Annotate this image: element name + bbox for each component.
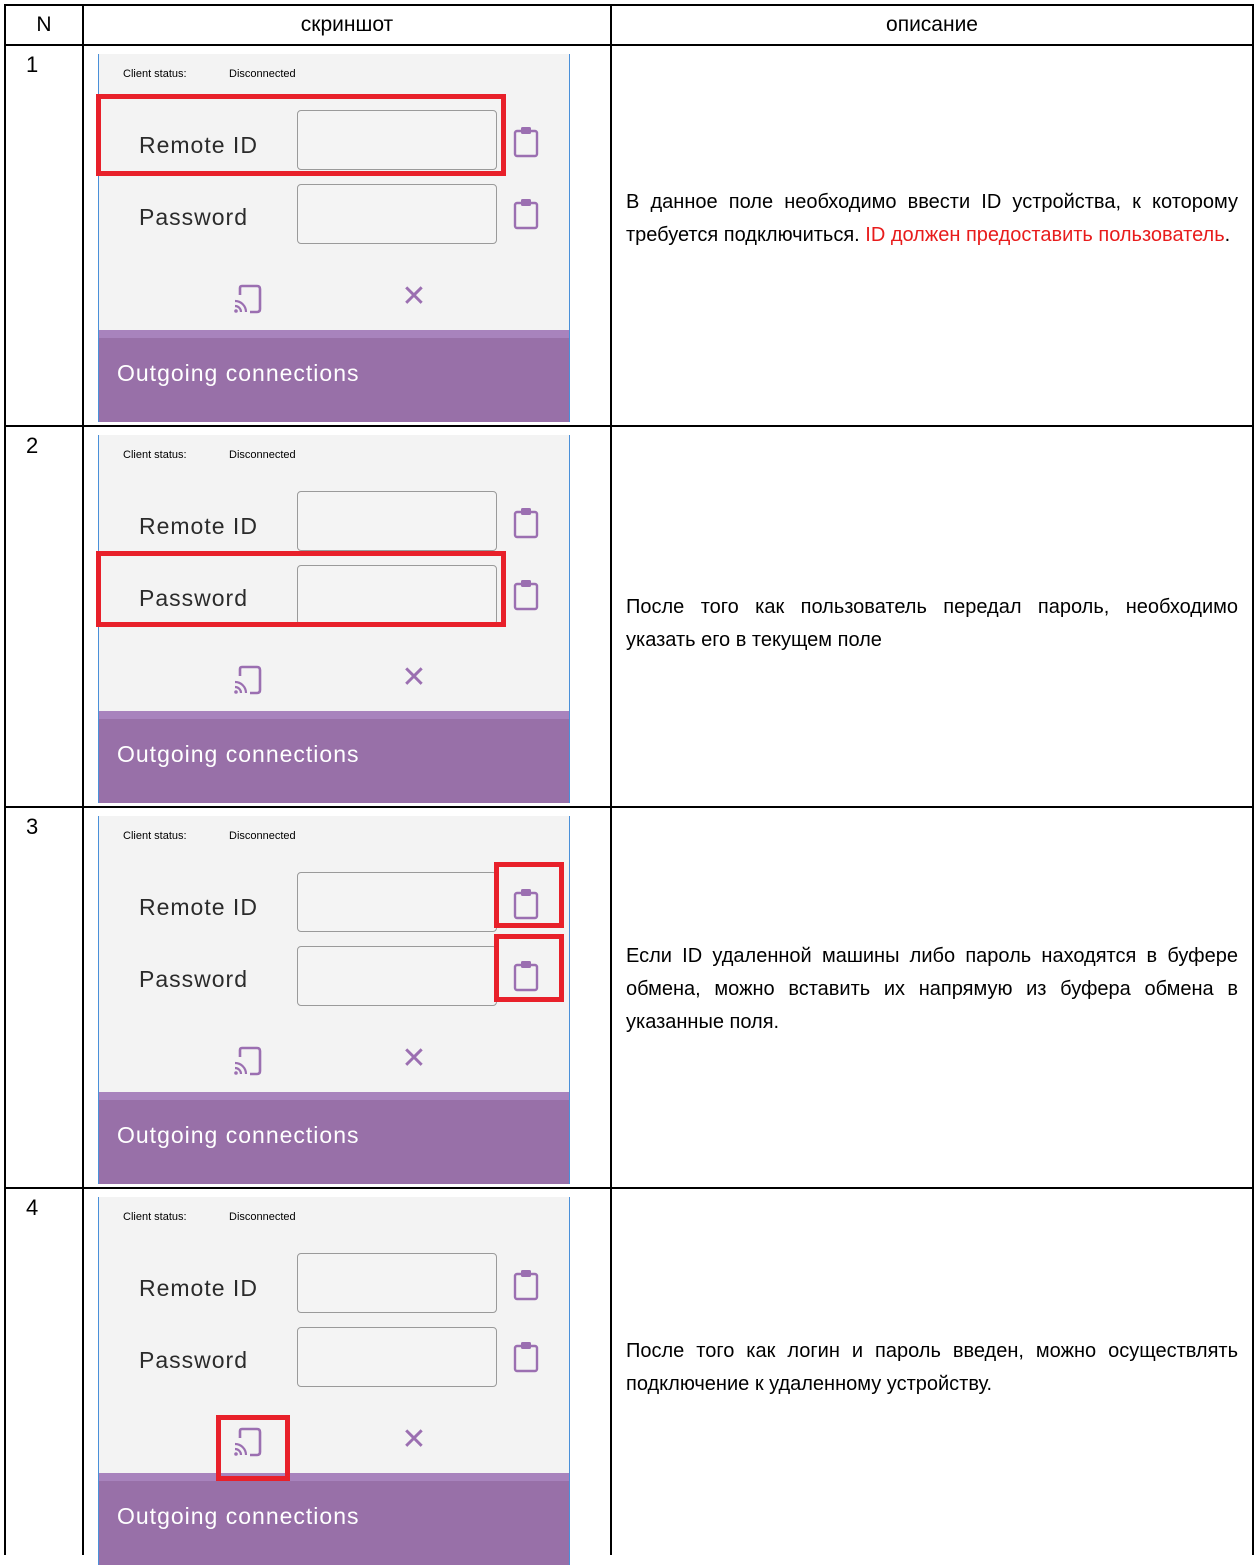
- highlight-clipboard-remote-id: [494, 862, 564, 928]
- footer-stripe: [99, 1092, 569, 1100]
- clipboard-paste-icon[interactable]: [513, 507, 539, 539]
- cast-connect-icon[interactable]: [233, 1046, 263, 1076]
- description-text: Если ID удаленной машины либо пароль нах…: [626, 945, 1238, 1033]
- footer-stripe: [99, 711, 569, 719]
- password-label: Password: [139, 204, 248, 230]
- client-status-value: Disconnected: [229, 1211, 296, 1223]
- highlight-connect-button: [216, 1415, 290, 1481]
- highlight-password: [96, 551, 506, 627]
- row-description: После того как пользователь передал паро…: [626, 591, 1238, 657]
- remote-id-label: Remote ID: [139, 513, 258, 539]
- client-status-label: Client status:: [123, 830, 187, 842]
- outgoing-connections-bar[interactable]: Outgoing connections: [99, 1100, 569, 1184]
- table-row: 3 Client status: Disconnected Remote ID …: [4, 808, 1254, 1187]
- footer-stripe: [99, 330, 569, 338]
- header-description: описание: [886, 13, 978, 36]
- table-row: 1 Client status: Disconnected Remote ID …: [4, 46, 1254, 425]
- app-panel-screenshot: Client status: Disconnected Remote ID Pa…: [98, 1197, 570, 1565]
- password-input[interactable]: [297, 184, 497, 244]
- header-screenshot: скриншот: [300, 13, 394, 36]
- row-description: В данное поле необходимо ввести ID устро…: [626, 186, 1238, 252]
- row-description: После того как логин и пароль введен, мо…: [626, 1335, 1238, 1401]
- outgoing-connections-bar[interactable]: Outgoing connections: [99, 719, 569, 803]
- description-tail: .: [1224, 224, 1231, 246]
- clipboard-paste-icon[interactable]: [513, 1269, 539, 1301]
- instruction-table: N скриншот описание 1 Client status: Dis…: [4, 4, 1254, 1565]
- remote-id-input[interactable]: [297, 491, 497, 551]
- remote-id-label: Remote ID: [139, 1275, 258, 1301]
- row-number: 2: [26, 433, 39, 458]
- client-status-label: Client status:: [123, 449, 187, 461]
- clipboard-paste-icon[interactable]: [513, 579, 539, 611]
- close-icon[interactable]: ✕: [399, 1425, 429, 1455]
- footer-stripe: [99, 1473, 569, 1481]
- outgoing-connections-bar[interactable]: Outgoing connections: [99, 338, 569, 422]
- remote-id-label: Remote ID: [139, 894, 258, 920]
- outgoing-connections-label: Outgoing connections: [117, 360, 360, 386]
- cast-connect-icon[interactable]: [233, 665, 263, 695]
- remote-id-input[interactable]: [297, 1253, 497, 1313]
- client-status-label: Client status:: [123, 1211, 187, 1223]
- close-icon[interactable]: ✕: [399, 282, 429, 312]
- outgoing-connections-label: Outgoing connections: [117, 741, 360, 767]
- outgoing-connections-bar[interactable]: Outgoing connections: [99, 1481, 569, 1565]
- table-row: 4 Client status: Disconnected Remote ID …: [4, 1189, 1254, 1565]
- password-input[interactable]: [297, 1327, 497, 1387]
- client-status-value: Disconnected: [229, 449, 296, 461]
- description-highlighted-text: ID должен предоставить пользователь: [865, 224, 1225, 246]
- password-label: Password: [139, 1347, 248, 1373]
- outgoing-connections-label: Outgoing connections: [117, 1122, 360, 1148]
- row-number: 4: [26, 1195, 39, 1220]
- password-label: Password: [139, 966, 248, 992]
- remote-id-input[interactable]: [297, 872, 497, 932]
- header-number: N: [36, 13, 52, 36]
- client-status-label: Client status:: [123, 68, 187, 80]
- close-icon[interactable]: ✕: [399, 663, 429, 693]
- client-status-value: Disconnected: [229, 68, 296, 80]
- row-number: 1: [26, 52, 39, 77]
- row-number: 3: [26, 814, 39, 839]
- description-text: После того как пользователь передал паро…: [626, 596, 1238, 651]
- table-row: 2 Client status: Disconnected Remote ID …: [4, 427, 1254, 806]
- description-text: После того как логин и пароль введен, мо…: [626, 1340, 1238, 1395]
- highlight-remote-id: [96, 94, 506, 176]
- password-input[interactable]: [297, 946, 497, 1006]
- outgoing-connections-label: Outgoing connections: [117, 1503, 360, 1529]
- close-icon[interactable]: ✕: [399, 1044, 429, 1074]
- row-description: Если ID удаленной машины либо пароль нах…: [626, 940, 1238, 1039]
- clipboard-paste-icon[interactable]: [513, 198, 539, 230]
- clipboard-paste-icon[interactable]: [513, 126, 539, 158]
- cast-connect-icon[interactable]: [233, 284, 263, 314]
- client-status-value: Disconnected: [229, 830, 296, 842]
- clipboard-paste-icon[interactable]: [513, 1341, 539, 1373]
- highlight-clipboard-password: [494, 934, 564, 1002]
